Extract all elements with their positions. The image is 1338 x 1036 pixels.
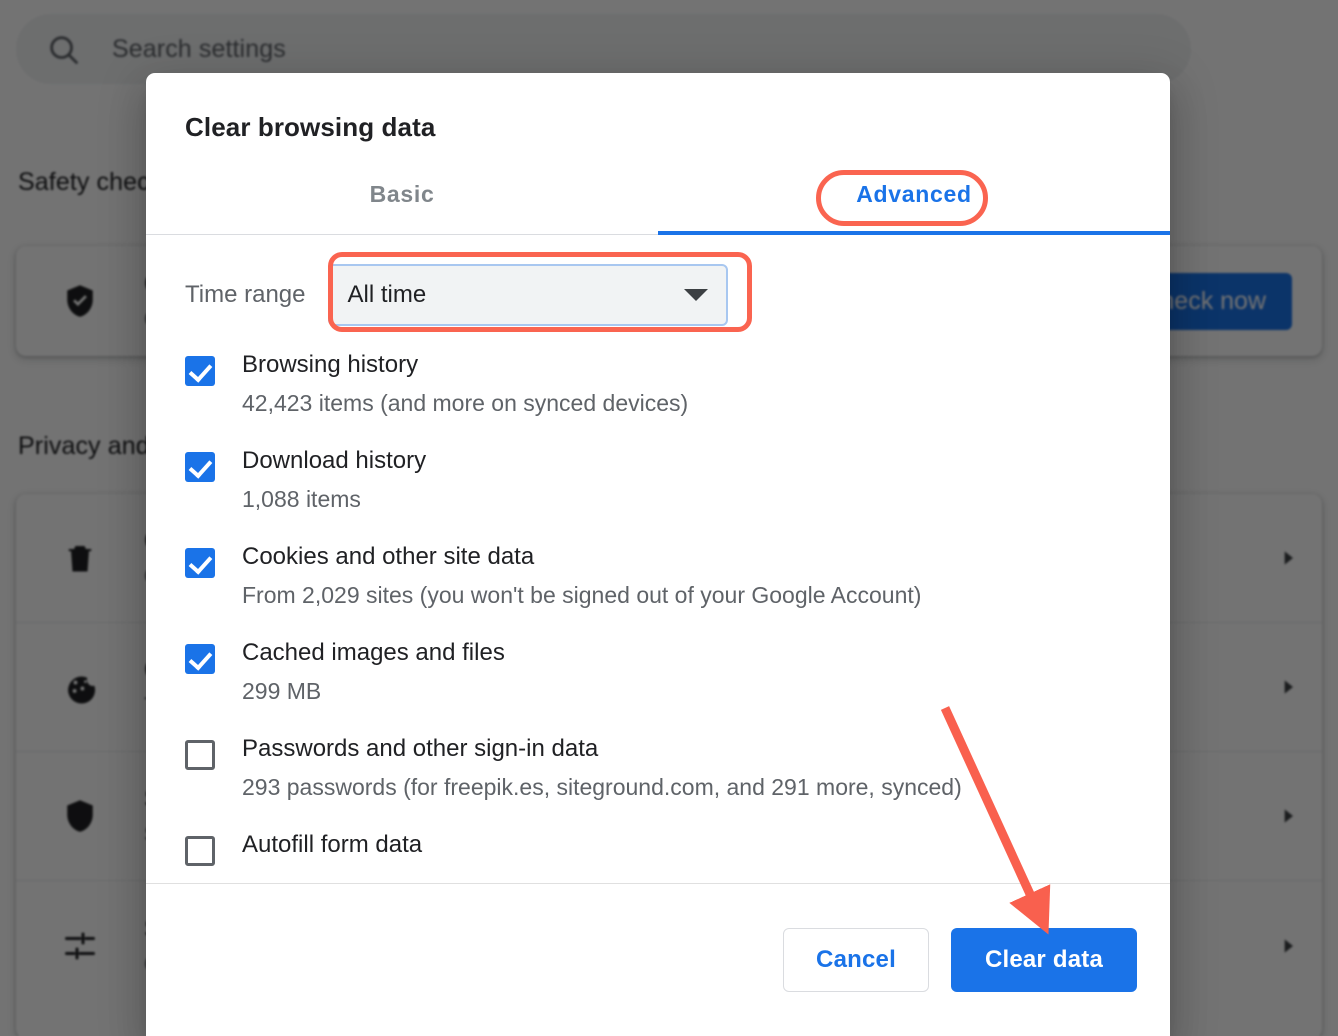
checkbox-text: Autofill form data	[242, 831, 422, 870]
checkbox-text: Cookies and other site data From 2,029 s…	[242, 543, 921, 609]
dialog-body: Time range All time Browsing history 42,…	[146, 235, 1170, 884]
checkbox-unchecked-icon[interactable]	[185, 835, 215, 866]
cookie-icon	[62, 669, 98, 705]
checkbox-checked-icon[interactable]	[185, 547, 215, 578]
checkbox-unchecked-icon[interactable]	[185, 739, 215, 770]
checkbox-checked-icon[interactable]	[185, 643, 215, 674]
tab-basic[interactable]: Basic	[146, 156, 658, 234]
chevron-right-icon	[1278, 548, 1298, 568]
checkbox-text: Download history 1,088 items	[242, 447, 426, 513]
time-range-select[interactable]: All time	[327, 263, 728, 326]
chevron-right-icon	[1278, 677, 1298, 697]
time-range-value: All time	[347, 280, 427, 308]
checkbox-row-passwords-and-other-sign-in-data[interactable]: Passwords and other sign-in data 293 pas…	[146, 735, 1170, 831]
chevron-right-icon	[1278, 936, 1298, 956]
shield-check-icon	[62, 283, 98, 319]
section-title-safety-check: Safety check	[18, 168, 163, 196]
checkbox-sublabel: 293 passwords (for freepik.es, sitegroun…	[242, 773, 962, 800]
checkbox-checked-icon[interactable]	[185, 451, 215, 482]
checkbox-row-autofill-form-data[interactable]: Autofill form data	[146, 831, 1170, 883]
chevron-down-icon	[683, 288, 708, 301]
time-range-row: Time range All time	[146, 235, 1170, 326]
data-type-checkbox-list: Browsing history 42,423 items (and more …	[146, 326, 1170, 883]
shield-icon	[62, 798, 98, 834]
checkbox-sublabel: 42,423 items (and more on synced devices…	[242, 389, 689, 416]
checkbox-text: Passwords and other sign-in data 293 pas…	[242, 735, 962, 801]
dialog-footer: Cancel Clear data	[146, 884, 1170, 1036]
checkbox-row-cached-images-and-files[interactable]: Cached images and files 299 MB	[146, 639, 1170, 735]
clear-browsing-data-dialog: Clear browsing data Basic Advanced Time …	[146, 73, 1170, 1036]
cancel-button[interactable]: Cancel	[783, 928, 929, 992]
checkbox-sublabel: From 2,029 sites (you won't be signed ou…	[242, 581, 922, 608]
checkbox-row-cookies-and-other-site-data[interactable]: Cookies and other site data From 2,029 s…	[146, 543, 1170, 639]
checkbox-row-download-history[interactable]: Download history 1,088 items	[146, 447, 1170, 543]
checkbox-label: Cached images and files	[242, 638, 505, 666]
checkbox-label: Browsing history	[242, 350, 419, 378]
screen: Search settings Safety check Chrome can …	[0, 0, 1338, 1036]
checkbox-sublabel: 299 MB	[242, 677, 322, 704]
tune-icon	[62, 928, 98, 964]
checkbox-text: Browsing history 42,423 items (and more …	[242, 351, 688, 417]
checkbox-label: Passwords and other sign-in data	[242, 734, 599, 762]
checkbox-label: Autofill form data	[242, 830, 423, 858]
checkbox-row-browsing-history[interactable]: Browsing history 42,423 items (and more …	[146, 351, 1170, 447]
dialog-title: Clear browsing data	[185, 112, 436, 142]
search-icon	[46, 32, 80, 66]
dialog-tabs: Basic Advanced	[146, 156, 1170, 235]
clear-data-button[interactable]: Clear data	[950, 928, 1137, 992]
time-range-label: Time range	[185, 280, 306, 308]
checkbox-label: Download history	[242, 446, 427, 474]
trash-icon	[62, 540, 98, 576]
tab-advanced[interactable]: Advanced	[658, 156, 1170, 235]
chevron-right-icon	[1278, 806, 1298, 826]
checkbox-checked-icon[interactable]	[185, 355, 215, 386]
checkbox-sublabel: 1,088 items	[242, 485, 361, 512]
checkbox-label: Cookies and other site data	[242, 542, 535, 570]
search-input-placeholder: Search settings	[112, 34, 286, 63]
checkbox-text: Cached images and files 299 MB	[242, 639, 505, 705]
